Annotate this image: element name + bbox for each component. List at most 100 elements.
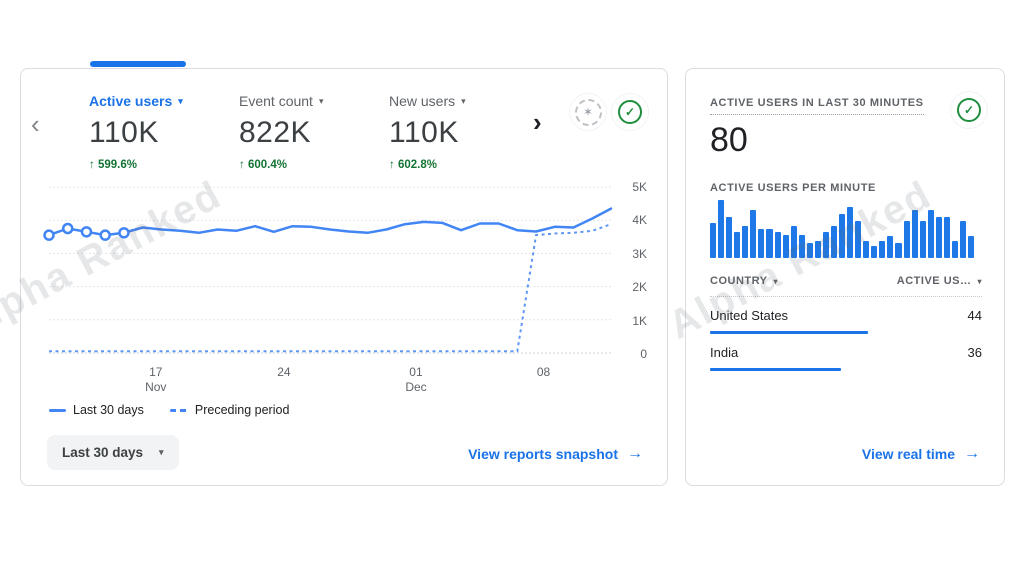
minute-bar [734, 232, 740, 258]
minute-bar [936, 217, 942, 258]
y-axis-labels: 5K 4K 3K 2K 1K 0 [613, 180, 655, 361]
minute-bar [823, 232, 829, 258]
data-point-marker [101, 231, 110, 240]
minute-bar [799, 235, 805, 258]
insights-button[interactable]: ✶ [569, 93, 607, 131]
view-reports-snapshot-link[interactable]: View reports snapshot → [468, 445, 643, 463]
insights-icon: ✶ [575, 99, 602, 126]
series-solid-line [49, 209, 611, 236]
minute-bar [952, 241, 958, 258]
y-tick-label: 2K [632, 280, 647, 294]
y-tick-label: 5K [632, 180, 647, 194]
minute-bar [968, 236, 974, 258]
country-value-bar [710, 331, 868, 334]
metric-value: 110K [389, 116, 466, 150]
legend-label: Preceding period [195, 403, 290, 417]
solid-line-swatch-icon [49, 409, 66, 412]
prev-metrics-chevron-icon[interactable]: ‹ [31, 111, 40, 137]
per-minute-bar-chart [710, 200, 974, 258]
next-metrics-chevron-icon[interactable]: › [533, 109, 542, 135]
y-tick-label: 4K [632, 213, 647, 227]
y-tick-label: 3K [632, 247, 647, 261]
selected-metric-tab-indicator [90, 61, 186, 67]
chevron-down-icon: ▾ [178, 96, 183, 107]
metric-label: New users [389, 93, 455, 109]
legend-label: Last 30 days [73, 403, 144, 417]
minute-bar [766, 229, 772, 258]
legend-last-30-days: Last 30 days [49, 403, 144, 417]
country-name: India [710, 345, 738, 360]
minute-bar [815, 241, 821, 258]
column-header-country[interactable]: COUNTRY ▾ [710, 275, 778, 287]
minute-bar [847, 207, 853, 258]
metric-delta: ↑ 602.8% [389, 159, 466, 171]
metric-tab-active-users[interactable]: Active users▾ 110K ↑ 599.6% [89, 93, 183, 171]
dashed-line-swatch-icon [170, 409, 188, 412]
series-dashed-line [49, 224, 611, 351]
y-tick-label: 0 [640, 347, 647, 361]
chart-legend: Last 30 days Preceding period [49, 403, 289, 417]
metric-value: 110K [89, 116, 183, 150]
chevron-down-icon: ▾ [977, 277, 982, 286]
column-header-active-users[interactable]: ACTIVE US… ▾ [897, 275, 982, 287]
arrow-right-icon: → [964, 445, 980, 463]
minute-bar [710, 223, 716, 258]
realtime-title: ACTIVE USERS IN LAST 30 MINUTES [710, 97, 924, 115]
data-point-marker [119, 228, 128, 237]
chevron-down-icon: ▾ [159, 447, 164, 458]
overview-metrics-card: ‹ Active users▾ 110K ↑ 599.6% Event coun… [20, 68, 668, 486]
arrow-right-icon: → [627, 445, 643, 463]
minute-bar [750, 210, 756, 258]
table-row: United States 44 [710, 308, 982, 334]
minute-bar [904, 221, 910, 258]
minute-bar [839, 214, 845, 258]
check-circle-icon: ✓ [957, 98, 981, 122]
country-table: COUNTRY ▾ ACTIVE US… ▾ United States 44 … [710, 275, 982, 371]
minute-bar [887, 236, 893, 258]
minute-bar [944, 217, 950, 258]
data-quality-button[interactable]: ✓ [950, 91, 988, 129]
realtime-card: ACTIVE USERS IN LAST 30 MINUTES ✓ 80 ACT… [685, 68, 1005, 486]
country-value: 44 [968, 308, 982, 323]
minute-bar [783, 235, 789, 258]
table-row: India 36 [710, 345, 982, 371]
x-tick-label: 01Dec [405, 365, 426, 395]
check-circle-icon: ✓ [618, 100, 642, 124]
date-range-label: Last 30 days [62, 445, 143, 460]
minute-bar [879, 241, 885, 258]
metric-value: 822K [239, 116, 323, 150]
data-point-marker [45, 231, 54, 240]
minute-bar [807, 243, 813, 258]
minute-bar [920, 221, 926, 258]
metric-tab-new-users[interactable]: New users ▾ 110K ↑ 602.8% [389, 93, 466, 171]
x-tick-label: 24 [277, 365, 290, 380]
chevron-down-icon: ▾ [773, 277, 778, 286]
column-label: COUNTRY [710, 275, 767, 287]
chevron-down-icon: ▾ [461, 96, 466, 107]
data-quality-button[interactable]: ✓ [611, 93, 649, 131]
per-minute-chart-title: ACTIVE USERS PER MINUTE [710, 182, 876, 194]
trend-line-chart [49, 187, 611, 353]
metric-delta: ↑ 599.6% [89, 159, 183, 171]
chevron-down-icon: ▾ [319, 96, 324, 107]
legend-preceding-period: Preceding period [170, 403, 290, 417]
data-point-marker [63, 224, 72, 233]
minute-bar [831, 226, 837, 258]
minute-bar [912, 210, 918, 258]
link-label: View real time [862, 446, 955, 462]
link-label: View reports snapshot [468, 446, 618, 462]
metric-tab-event-count[interactable]: Event count▾ 822K ↑ 600.4% [239, 93, 323, 171]
date-range-dropdown[interactable]: Last 30 days ▾ [47, 435, 179, 470]
minute-bar [895, 243, 901, 258]
minute-bar [726, 217, 732, 258]
minute-bar [718, 200, 724, 258]
column-label: ACTIVE US… [897, 275, 972, 287]
minute-bar [758, 229, 764, 258]
view-real-time-link[interactable]: View real time → [862, 445, 980, 463]
metric-delta: ↑ 600.4% [239, 159, 323, 171]
minute-bar [863, 241, 869, 258]
y-tick-label: 1K [632, 314, 647, 328]
minute-bar [742, 226, 748, 258]
active-users-30min-value: 80 [710, 121, 748, 160]
x-tick-label: 08 [537, 365, 550, 380]
